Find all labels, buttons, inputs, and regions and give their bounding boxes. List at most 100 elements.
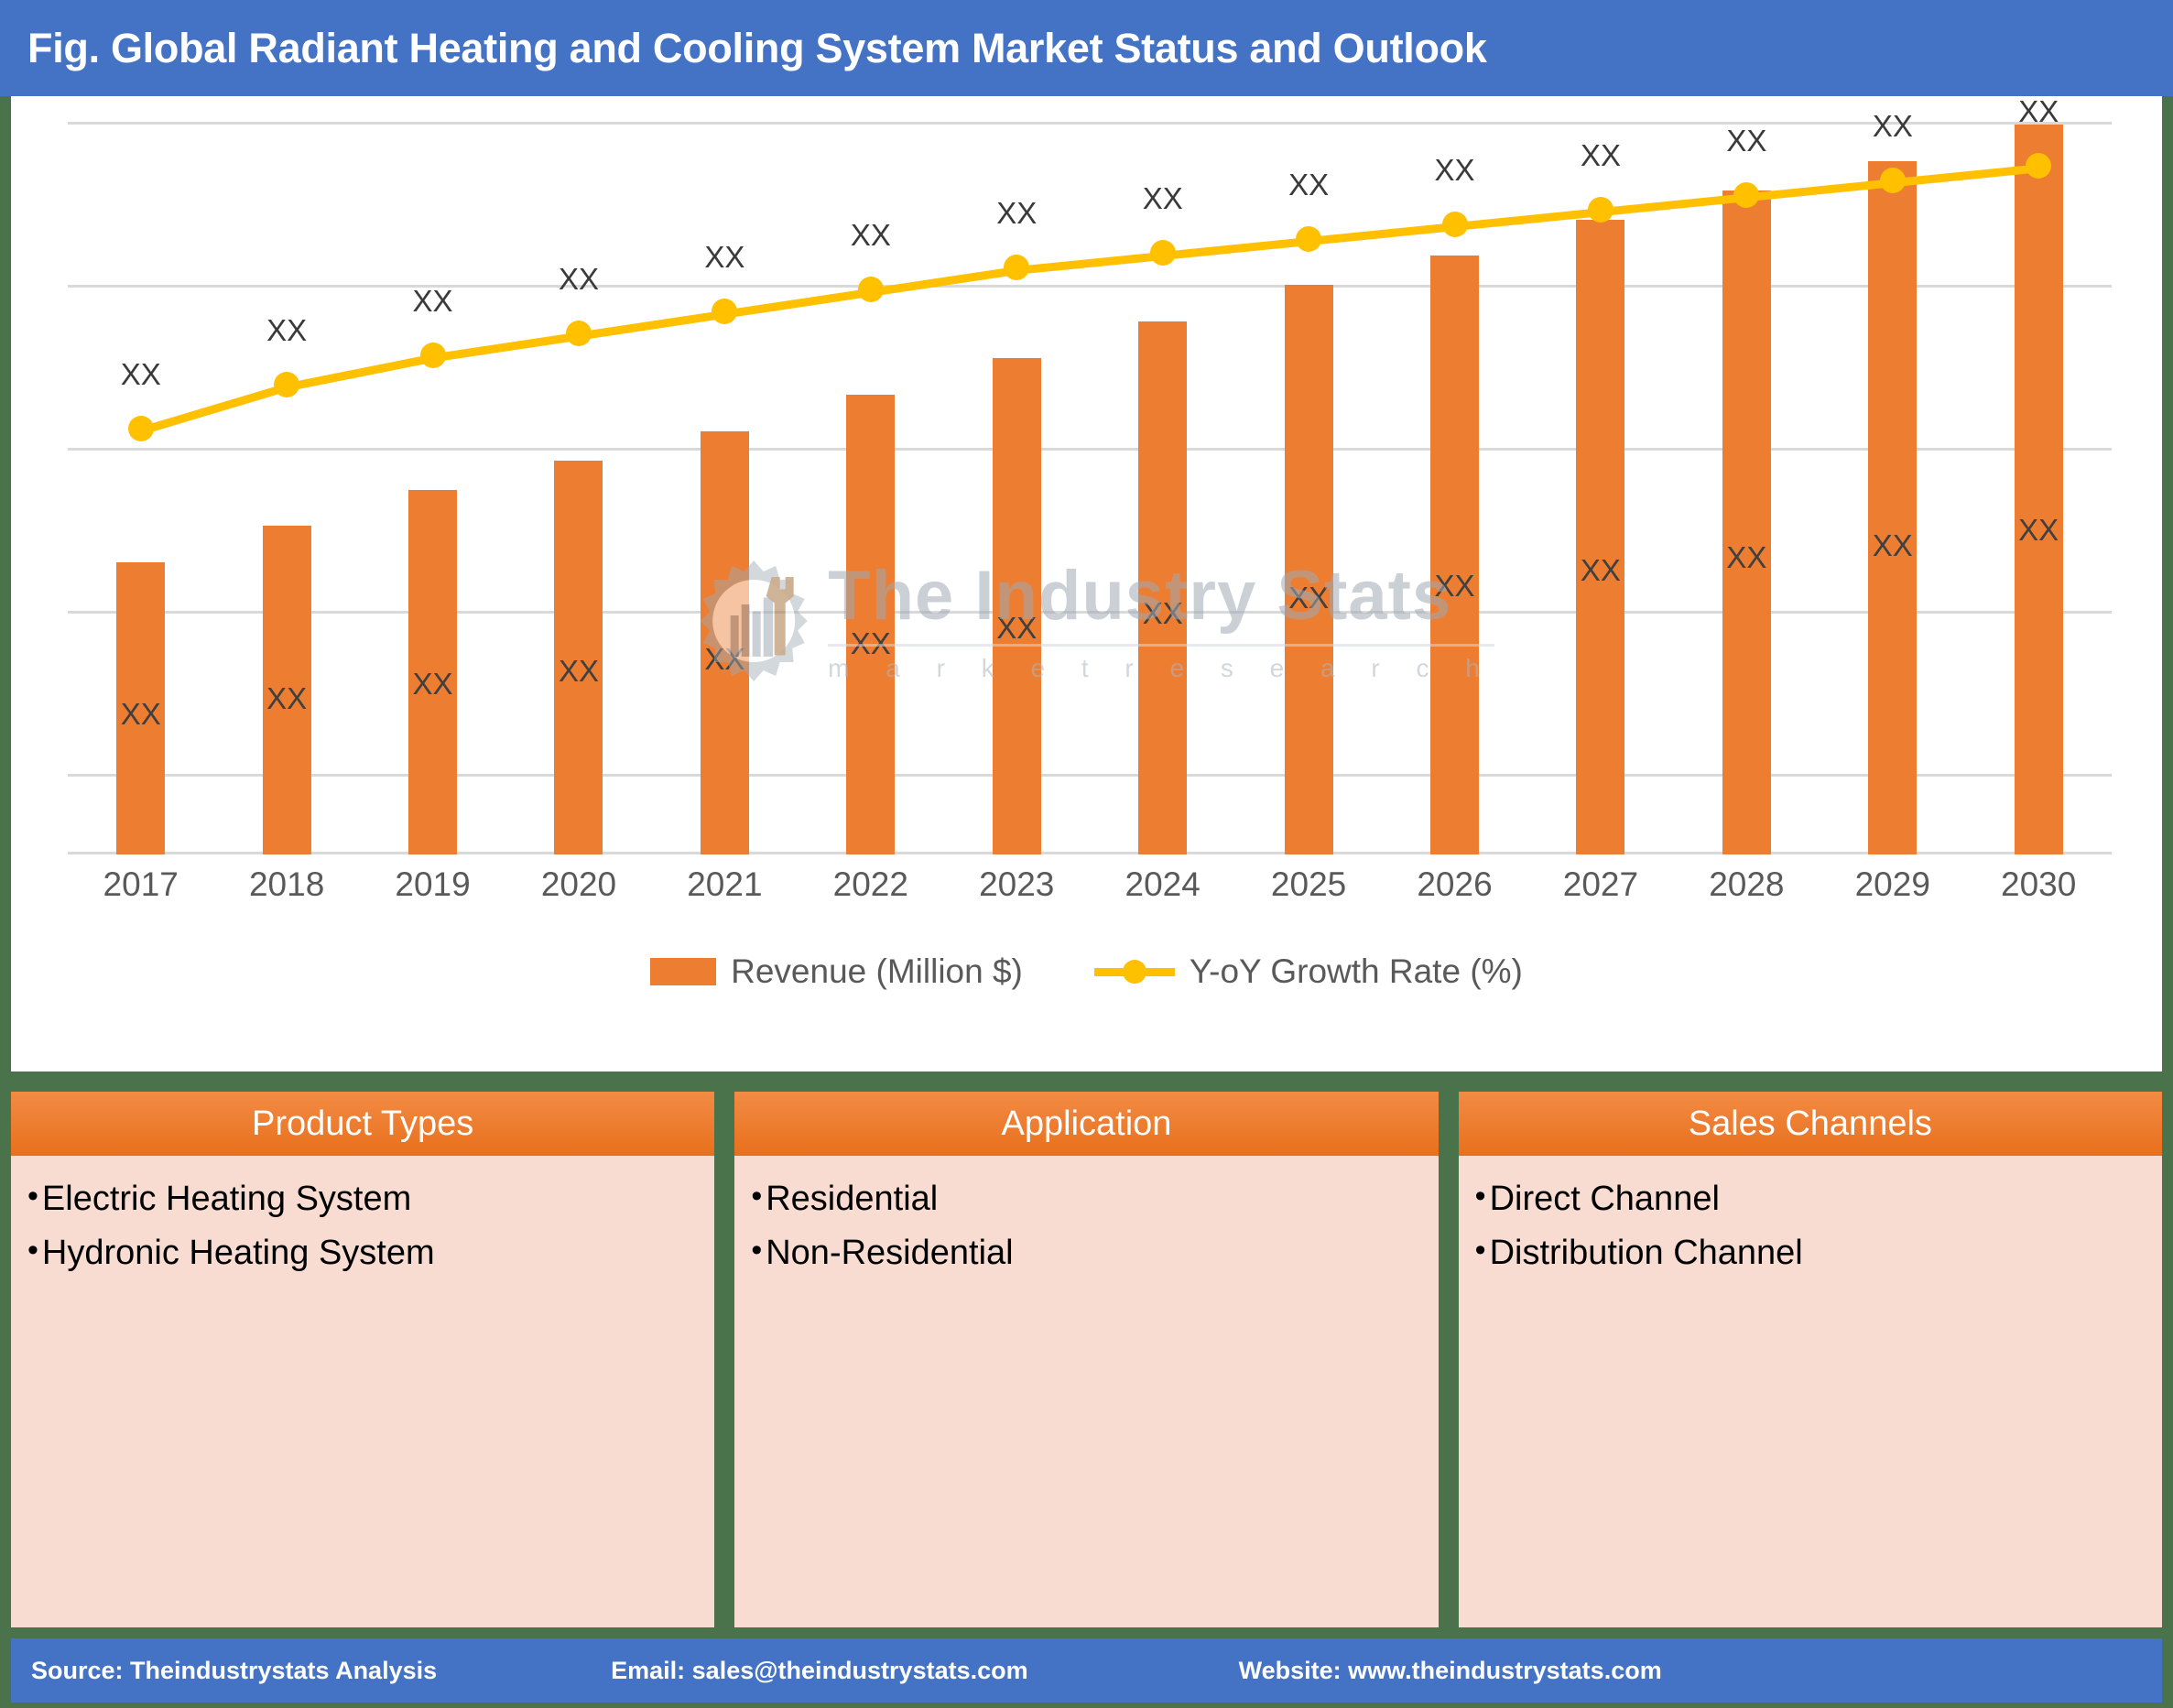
bar-slot: XX — [1527, 122, 1673, 854]
panel-body-application: • Residential • Non-Residential — [734, 1156, 1438, 1627]
x-axis-tick: 2022 — [832, 865, 908, 903]
legend-bar-swatch — [650, 958, 717, 985]
list-item-label: Residential — [766, 1180, 939, 1218]
footer-source: Source: Theindustrystats Analysis — [31, 1656, 438, 1684]
bar-value-label: XX — [1726, 540, 1767, 575]
bar-slot: XX — [1235, 122, 1381, 854]
bar[interactable]: XX — [408, 489, 458, 854]
x-axis-tick: 2024 — [1125, 865, 1201, 903]
legend-label-growth-rate: Y-oY Growth Rate (%) — [1189, 952, 1523, 990]
list-item: • Hydronic Heating System — [27, 1226, 714, 1280]
panel-body-sales-channels: • Direct Channel • Distribution Channel — [1459, 1156, 2162, 1627]
bar-slot: XX — [1090, 122, 1235, 854]
x-axis-tick: 2029 — [1854, 865, 1930, 903]
bar-slot: XX — [652, 122, 798, 854]
chart-legend: Revenue (Million $) Y-oY Growth Rate (%) — [11, 952, 2162, 991]
figure-root: Fig. Global Radiant Heating and Cooling … — [0, 0, 2173, 1708]
list-item-label: Non-Residential — [766, 1233, 1014, 1272]
x-axis-tick: 2019 — [395, 865, 471, 903]
bar-value-label: XX — [558, 654, 599, 689]
bar[interactable]: XX — [1284, 285, 1333, 854]
chart-card: XX XX XX XX XX XX XX XX XX XX XX XX XX XX XX XX XX XX XX X… — [11, 94, 2162, 1072]
bar-slot: XX — [68, 122, 213, 854]
bar-value-label: XX — [850, 626, 891, 661]
bar-series: XX XX XX XX XX XX XX XX XX XX XX XX XX XX — [68, 122, 2112, 854]
bar-slot: XX — [213, 122, 359, 854]
list-item: • Non-Residential — [751, 1226, 1438, 1280]
bar-value-label: XX — [2018, 513, 2059, 548]
bar-slot: XX — [1674, 122, 1820, 854]
bar-slot: XX — [1382, 122, 1527, 854]
plot-area: XX XX XX XX XX XX XX XX XX XX XX XX XX XX XX XX XX XX XX X… — [68, 94, 2112, 854]
bar-slot: XX — [798, 122, 943, 854]
bar-value-label: XX — [996, 611, 1038, 646]
list-item-label: Electric Heating System — [41, 1180, 412, 1218]
bar-slot: XX — [505, 122, 651, 854]
category-panels: Product Types • Electric Heating System • Hy… — [0, 1072, 2173, 1627]
list-item-label: Distribution Channel — [1489, 1233, 1803, 1272]
bar-value-label: XX — [266, 681, 308, 716]
bar[interactable]: XX — [1868, 160, 1918, 854]
list-item: • Direct Channel — [1475, 1172, 2162, 1226]
bar[interactable]: XX — [1576, 219, 1625, 854]
bar-value-label: XX — [1288, 580, 1330, 615]
bar-value-label: XX — [1434, 568, 1475, 603]
footer-bar: Source: Theindustrystats Analysis Email:… — [11, 1638, 2162, 1703]
bar-value-label: XX — [1580, 552, 1621, 587]
panel-application: Application • Residential • Non-Residential — [734, 1092, 1439, 1627]
bar[interactable]: XX — [700, 430, 749, 854]
panel-product-types: Product Types • Electric Heating System • Hy… — [11, 1092, 715, 1627]
bar[interactable]: XX — [1138, 321, 1188, 854]
list-item-label: Hydronic Heating System — [41, 1233, 435, 1272]
bullet-icon: • — [27, 1232, 38, 1267]
list-item-label: Direct Channel — [1489, 1180, 1720, 1218]
list-item: • Residential — [751, 1172, 1438, 1226]
x-axis-tick: 2018 — [248, 865, 325, 903]
bullet-icon: • — [751, 1232, 763, 1267]
bar[interactable]: XX — [1430, 256, 1479, 854]
bar[interactable]: XX — [846, 394, 896, 854]
list-item: • Electric Heating System — [27, 1172, 714, 1226]
panel-title-application: Application — [734, 1092, 1439, 1156]
bar[interactable]: XX — [554, 460, 603, 854]
x-axis-tick: 2025 — [1270, 865, 1347, 903]
bar-slot: XX — [1820, 122, 1965, 854]
bar-value-label: XX — [1872, 528, 1913, 562]
bar[interactable]: XX — [992, 358, 1041, 854]
panel-body-product-types: • Electric Heating System • Hydronic Heatin… — [11, 1156, 714, 1627]
legend-label-revenue: Revenue (Million $) — [731, 952, 1023, 990]
bar-slot: XX — [360, 122, 505, 854]
x-axis-tick: 2020 — [540, 865, 617, 903]
panel-title-product-types: Product Types — [11, 1092, 715, 1156]
legend-item-growth-rate[interactable]: Y-oY Growth Rate (%) — [1093, 952, 1523, 991]
x-axis-tick: 2027 — [1562, 865, 1639, 903]
bar-value-label: XX — [120, 697, 161, 732]
panel-title-sales-channels: Sales Channels — [1458, 1092, 2162, 1156]
bar-slot: XX — [1965, 122, 2111, 854]
page-title: Fig. Global Radiant Heating and Cooling … — [27, 24, 1487, 71]
bullet-icon: • — [751, 1179, 763, 1213]
x-axis-tick: 2023 — [979, 865, 1055, 903]
bullet-icon: • — [1474, 1232, 1486, 1267]
x-axis-labels: 2017 2018 2019 2020 2021 2022 2023 2024 2025 2026… — [68, 865, 2112, 904]
panel-sales-channels: Sales Channels • Direct Channel • Distributi… — [1458, 1092, 2162, 1627]
x-axis-tick: 2021 — [687, 865, 763, 903]
x-axis-tick: 2017 — [103, 865, 179, 903]
bullet-icon: • — [1474, 1179, 1486, 1213]
title-bar: Fig. Global Radiant Heating and Cooling … — [0, 0, 2173, 96]
x-axis-tick: 2030 — [2001, 865, 2077, 903]
bullet-icon: • — [27, 1179, 38, 1213]
bar-slot: XX — [944, 122, 1090, 854]
footer-website[interactable]: Website: www.theindustrystats.com — [1239, 1657, 1662, 1685]
footer-email[interactable]: Email: sales@theindustrystats.com — [611, 1657, 1027, 1685]
list-item: • Distribution Channel — [1475, 1226, 2162, 1280]
bar[interactable]: XX — [1722, 190, 1771, 854]
bar[interactable]: XX — [116, 562, 166, 854]
x-axis-tick: 2026 — [1417, 865, 1493, 903]
bar-value-label: XX — [1142, 595, 1183, 630]
bar[interactable]: XX — [2014, 125, 2063, 854]
legend-item-revenue[interactable]: Revenue (Million $) — [650, 952, 1023, 991]
x-axis-tick: 2028 — [1709, 865, 1785, 903]
bar-value-label: XX — [704, 641, 745, 676]
bar[interactable]: XX — [262, 526, 311, 854]
